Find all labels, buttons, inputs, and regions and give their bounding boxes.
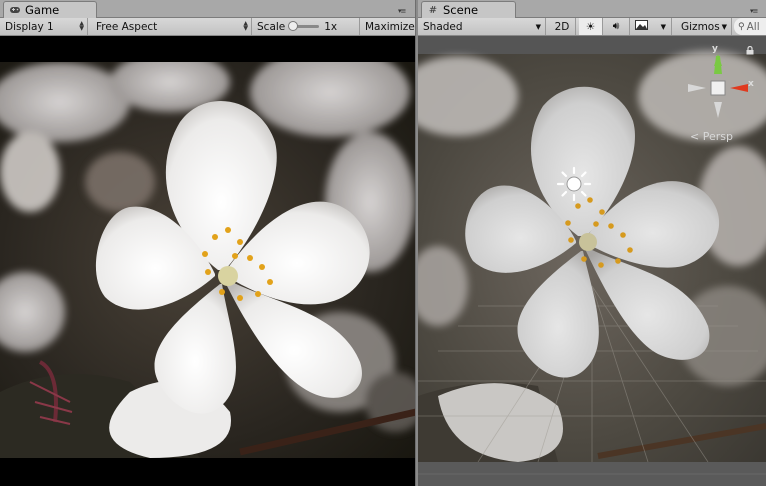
- letterbox-bottom: [0, 458, 416, 486]
- tab-game-label: Game: [25, 3, 60, 17]
- letterbox-top: [0, 36, 416, 62]
- scale-slider-knob[interactable]: [288, 21, 299, 31]
- lighting-toggle[interactable]: ☀: [579, 18, 603, 35]
- sun-icon: ☀: [585, 20, 596, 33]
- mode-2d-toggle[interactable]: 2D: [549, 18, 576, 35]
- scale-control: Scale 1x: [252, 18, 360, 35]
- game-view-panel: Game ▾≡ Display 1 ▲ ▼ Free Aspect ▲ ▼ Scal…: [0, 0, 416, 486]
- game-render-view[interactable]: [0, 62, 416, 458]
- scene-view-panel: # Scene ▾≡ Shaded ▼ 2D ☀ 🔊︎ ▼ Gizmos ▼ ⚲…: [418, 0, 766, 486]
- maximize-label: Maximize: [365, 20, 415, 33]
- light-source-icon[interactable]: [556, 166, 592, 202]
- scene-render-view[interactable]: y x < Persp: [418, 36, 766, 486]
- tab-scene[interactable]: # Scene: [421, 1, 516, 18]
- image-icon: [635, 20, 648, 33]
- maximize-button[interactable]: Maximize: [360, 18, 416, 35]
- gizmos-dropdown[interactable]: Gizmos ▼: [676, 18, 732, 35]
- display-label: Display 1: [5, 20, 54, 33]
- scale-label: Scale: [257, 20, 286, 33]
- dropdown-arrows-icon: ▲ ▼: [243, 20, 248, 32]
- scale-slider[interactable]: [288, 21, 320, 31]
- cherry-blossom-render: [0, 62, 416, 458]
- persp-text: Persp: [702, 130, 733, 143]
- axis-x-label: x: [748, 79, 754, 89]
- search-input[interactable]: ⚲ All: [734, 18, 766, 35]
- tab-scene-label: Scene: [443, 3, 479, 17]
- orientation-gizmo[interactable]: [682, 44, 754, 120]
- shading-dropdown[interactable]: Shaded ▼: [418, 18, 546, 35]
- scene-toolbar: Shaded ▼ 2D ☀ 🔊︎ ▼ Gizmos ▼ ⚲ All: [418, 18, 766, 36]
- tab-game[interactable]: Game: [3, 1, 97, 18]
- lock-icon[interactable]: [746, 45, 754, 58]
- chevron-down-icon: ▼: [535, 22, 541, 31]
- aspect-label: Free Aspect: [96, 20, 158, 33]
- chevron-down-icon: ▼: [721, 22, 727, 31]
- chevron-left-icon: <: [690, 130, 700, 143]
- search-text: All: [746, 20, 760, 33]
- shading-label: Shaded: [423, 20, 463, 33]
- scale-value: 1x: [324, 20, 338, 33]
- hash-icon: #: [428, 4, 438, 16]
- speaker-icon: 🔊︎: [612, 20, 620, 32]
- chevron-down-icon: ▼: [660, 22, 666, 31]
- panel-menu-icon[interactable]: ▾≡: [750, 7, 758, 15]
- effects-dropdown[interactable]: ▼: [630, 18, 672, 35]
- aspect-dropdown[interactable]: Free Aspect ▲ ▼: [91, 18, 252, 35]
- dropdown-arrows-icon: ▲ ▼: [79, 20, 84, 32]
- game-tab-bar: Game ▾≡: [0, 0, 416, 18]
- scene-tab-bar: # Scene ▾≡: [418, 0, 766, 18]
- game-toolbar: Display 1 ▲ ▼ Free Aspect ▲ ▼ Scale 1x Max…: [0, 18, 416, 36]
- display-dropdown[interactable]: Display 1 ▲ ▼: [0, 18, 88, 35]
- audio-toggle[interactable]: 🔊︎: [603, 18, 630, 35]
- search-icon: ⚲: [738, 21, 745, 32]
- mode-2d-label: 2D: [554, 20, 570, 33]
- gamepad-icon: [9, 4, 21, 16]
- axis-y-label: y: [712, 44, 718, 54]
- perspective-label[interactable]: < Persp: [690, 130, 733, 143]
- gizmos-label: Gizmos: [681, 20, 720, 33]
- panel-menu-icon[interactable]: ▾≡: [398, 7, 406, 15]
